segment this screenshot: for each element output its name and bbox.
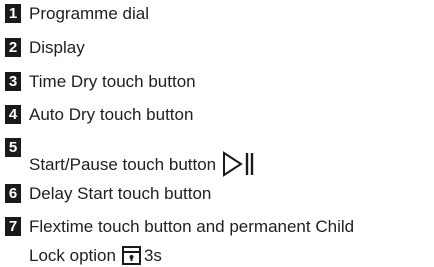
legend-item: 5 Start/Pause touch button xyxy=(5,138,256,177)
legend-item: 4 Auto Dry touch button xyxy=(5,105,193,124)
item-label-line2-wrap: Lock option 3s xyxy=(29,246,354,265)
item-label: Delay Start touch button xyxy=(29,184,212,203)
item-number-badge: 7 xyxy=(5,217,21,236)
control-panel-legend: 1 Programme dial 2 Display 3 Time Dry to… xyxy=(0,0,434,267)
item-label-multiline: Flextime touch button and permanent Chil… xyxy=(29,217,354,265)
item-label-line2: Lock option xyxy=(29,246,116,265)
item-number-badge: 2 xyxy=(5,38,21,57)
legend-item: 2 Display xyxy=(5,38,85,57)
item-label: Auto Dry touch button xyxy=(29,105,194,124)
item-number-badge: 3 xyxy=(5,72,21,91)
item-label: Time Dry touch button xyxy=(29,72,196,91)
legend-item: 6 Delay Start touch button xyxy=(5,184,211,203)
child-lock-duration: 3s xyxy=(143,246,162,265)
item-number-badge: 1 xyxy=(5,4,21,23)
play-pause-icon xyxy=(223,151,254,177)
legend-item: 7 Flextime touch button and permanent Ch… xyxy=(5,217,354,265)
item-number-badge: 5 xyxy=(5,138,21,157)
legend-item: 1 Programme dial xyxy=(5,4,149,23)
item-label-line1: Flextime touch button and permanent Chil… xyxy=(29,217,355,236)
item-label: Programme dial xyxy=(29,4,149,23)
legend-item: 3 Time Dry touch button xyxy=(5,72,196,91)
item-label: Display xyxy=(29,38,85,57)
item-number-badge: 4 xyxy=(5,105,21,124)
child-lock-icon xyxy=(121,246,141,265)
item-number-badge: 6 xyxy=(5,184,21,203)
item-label-with-icon: Start/Pause touch button xyxy=(29,151,256,177)
item-label: Start/Pause touch button xyxy=(29,154,217,174)
